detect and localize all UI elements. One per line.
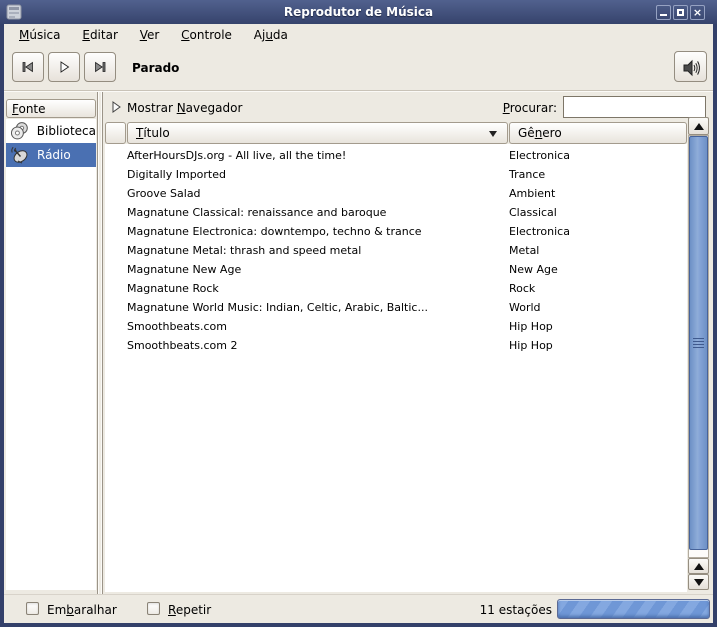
scroll-up-icon	[694, 123, 704, 130]
scroll-up-button[interactable]	[688, 117, 709, 135]
sidebar-item-radio[interactable]: Rádio	[6, 143, 96, 167]
repeat-checkbox[interactable]	[147, 602, 160, 615]
station-count: 11 estações	[384, 603, 552, 617]
previous-icon	[20, 59, 36, 75]
station-genre: Metal	[509, 241, 687, 260]
menu-ver[interactable]: Ver	[131, 24, 169, 45]
sidebar-item-label: Rádio	[37, 148, 71, 162]
shuffle-label[interactable]: Embaralhar	[47, 603, 117, 617]
radio-icon	[9, 144, 31, 166]
shuffle-checkbox[interactable]	[26, 602, 39, 615]
menu-controle[interactable]: Controle	[172, 24, 241, 45]
station-title: Magnatune Rock	[127, 279, 509, 298]
station-genre: Hip Hop	[509, 317, 687, 336]
volume-button[interactable]	[674, 51, 707, 82]
column-dropdown-icon[interactable]	[489, 131, 497, 137]
station-row[interactable]: Smoothbeats.com 2Hip Hop	[105, 336, 687, 355]
window-title: Reprodutor de Música	[0, 0, 717, 24]
pane-splitter[interactable]	[97, 92, 103, 594]
station-genre: Ambient	[509, 184, 687, 203]
station-title: Digitally Imported	[127, 165, 509, 184]
scrollbar-thumb[interactable]	[689, 136, 708, 550]
menubar: Música Editar Ver Controle Ajuda	[4, 24, 713, 46]
station-title: AfterHoursDJs.org - All live, all the ti…	[127, 146, 509, 165]
station-genre: Rock	[509, 279, 687, 298]
station-row[interactable]: Magnatune Classical: renaissance and bar…	[105, 203, 687, 222]
source-list: Biblioteca Rádio	[6, 119, 96, 590]
close-icon: ×	[691, 6, 704, 19]
station-row[interactable]: Magnatune World Music: Indian, Celtic, A…	[105, 298, 687, 317]
application-window: Reprodutor de Música × Música Editar Ver…	[0, 0, 717, 627]
vertical-scrollbar[interactable]	[688, 117, 709, 590]
show-browser-toggle[interactable]: Mostrar Navegador	[127, 101, 242, 115]
play-button[interactable]	[48, 52, 80, 82]
station-row[interactable]: Smoothbeats.comHip Hop	[105, 317, 687, 336]
playback-status: Parado	[132, 46, 179, 90]
station-row[interactable]: Magnatune New AgeNew Age	[105, 260, 687, 279]
scroll-down-button[interactable]	[688, 574, 709, 590]
next-button[interactable]	[84, 52, 116, 82]
station-genre: Electronica	[509, 222, 687, 241]
station-genre: World	[509, 298, 687, 317]
previous-button[interactable]	[12, 52, 44, 82]
station-genre: Hip Hop	[509, 336, 687, 355]
minimize-icon	[660, 14, 667, 16]
menu-musica[interactable]: Música	[10, 24, 70, 45]
sidebar-item-biblioteca[interactable]: Biblioteca	[6, 119, 96, 143]
scroll-up-icon	[694, 563, 704, 570]
station-title: Smoothbeats.com 2	[127, 336, 509, 355]
station-genre: Trance	[509, 165, 687, 184]
station-row[interactable]: AfterHoursDJs.org - All live, all the ti…	[105, 146, 687, 165]
station-row[interactable]: Groove SaladAmbient	[105, 184, 687, 203]
scroll-up-button-bottom[interactable]	[688, 558, 709, 574]
station-title: Magnatune Metal: thrash and speed metal	[127, 241, 509, 260]
station-genre: Classical	[509, 203, 687, 222]
station-genre: New Age	[509, 260, 687, 279]
scroll-down-icon	[694, 579, 704, 586]
repeat-label[interactable]: Repetir	[168, 603, 211, 617]
volume-icon	[681, 58, 701, 78]
station-title: Magnatune New Age	[127, 260, 509, 279]
scrollbar-grip	[693, 338, 704, 348]
next-icon	[92, 59, 108, 75]
maximize-icon	[677, 9, 684, 16]
column-header-titulo[interactable]: Título	[127, 122, 508, 144]
play-icon	[56, 59, 72, 75]
titlebar[interactable]: Reprodutor de Música ×	[0, 0, 717, 24]
station-title: Magnatune Electronica: downtempo, techno…	[127, 222, 509, 241]
minimize-button[interactable]	[656, 5, 671, 20]
column-header-genero[interactable]: Gênero	[509, 122, 687, 144]
close-button[interactable]: ×	[690, 5, 705, 20]
toolbar-separator	[4, 90, 713, 92]
station-row[interactable]: Magnatune RockRock	[105, 279, 687, 298]
library-icon	[9, 120, 31, 142]
station-list: AfterHoursDJs.org - All live, all the ti…	[105, 144, 687, 592]
sidebar-item-label: Biblioteca	[37, 124, 96, 138]
search-label: Procurar:	[495, 101, 557, 115]
browser-disclosure-icon[interactable]	[110, 100, 122, 114]
station-genre: Electronica	[509, 146, 687, 165]
maximize-button[interactable]	[673, 5, 688, 20]
menu-editar[interactable]: Editar	[73, 24, 127, 45]
search-input[interactable]	[563, 96, 706, 118]
station-title: Smoothbeats.com	[127, 317, 509, 336]
menu-ajuda[interactable]: Ajuda	[245, 24, 297, 45]
station-row[interactable]: Digitally ImportedTrance	[105, 165, 687, 184]
station-title: Groove Salad	[127, 184, 509, 203]
station-title: Magnatune Classical: renaissance and bar…	[127, 203, 509, 222]
statusbar: Embaralhar Repetir 11 estações	[4, 594, 713, 624]
progress-bar	[557, 599, 710, 619]
column-corner-button[interactable]	[105, 122, 126, 144]
station-title: Magnatune World Music: Indian, Celtic, A…	[127, 298, 509, 317]
station-row[interactable]: Magnatune Electronica: downtempo, techno…	[105, 222, 687, 241]
source-header-button[interactable]: Fonte	[6, 99, 96, 118]
station-row[interactable]: Magnatune Metal: thrash and speed metalM…	[105, 241, 687, 260]
